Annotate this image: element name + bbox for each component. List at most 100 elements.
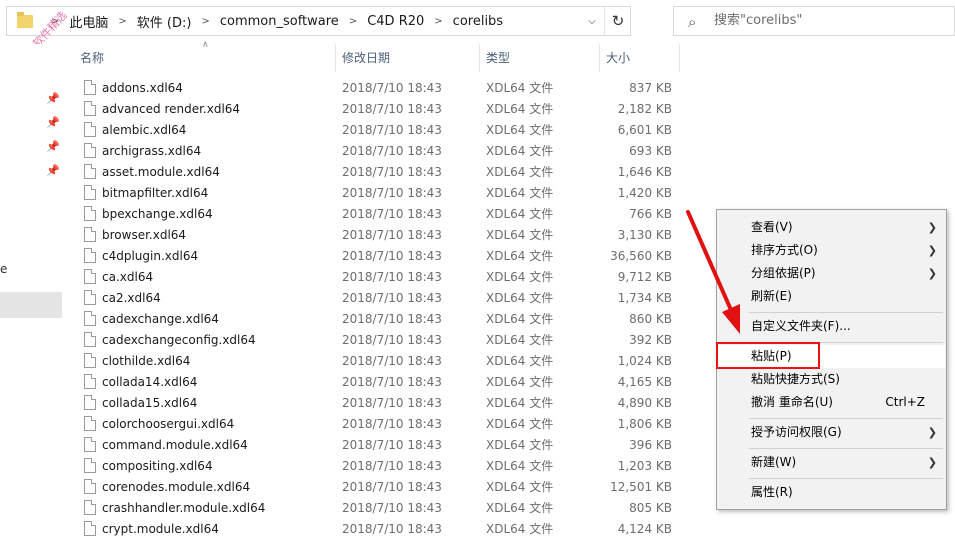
- file-row[interactable]: ca.xdl64 2018/7/10 18:43 XDL64 文件 9,712 KB: [62, 267, 682, 288]
- file-type: XDL64 文件: [486, 81, 554, 95]
- breadcrumb-common-software[interactable]: common_software: [220, 14, 339, 29]
- file-row[interactable]: c4dplugin.xdl64 2018/7/10 18:43 XDL64 文件 36…: [62, 246, 682, 267]
- menu-item-properties[interactable]: 属性(R): [718, 481, 945, 504]
- address-history-dropdown-icon[interactable]: ⌵: [581, 7, 603, 35]
- file-type: XDL64 文件: [486, 186, 554, 200]
- pin-icon[interactable]: 📌: [46, 140, 60, 153]
- file-size: 1,203 KB: [617, 459, 672, 473]
- file-icon: [84, 80, 96, 95]
- pin-icon[interactable]: 📌: [46, 92, 60, 105]
- file-row[interactable]: advanced render.xdl64 2018/7/10 18:43 XDL6…: [62, 99, 682, 120]
- shortcut-label: Ctrl+Z: [885, 395, 925, 409]
- file-size: 4,890 KB: [617, 396, 672, 410]
- submenu-arrow-icon: ❯: [927, 456, 937, 469]
- breadcrumb-this-pc[interactable]: 此电脑: [69, 12, 108, 31]
- file-row[interactable]: crashhandler.module.xdl64 2018/7/10 18:43…: [62, 498, 682, 519]
- file-date: 2018/7/10 18:43: [342, 165, 442, 179]
- file-row[interactable]: colorchoosergui.xdl64 2018/7/10 18:43 XDL6…: [62, 414, 682, 435]
- file-size: 805 KB: [629, 501, 672, 515]
- file-row[interactable]: collada14.xdl64 2018/7/10 18:43 XDL64 文件 4,…: [62, 372, 682, 393]
- file-type: XDL64 文件: [486, 501, 554, 515]
- menu-item-group-by[interactable]: 分组依据(P) ❯: [718, 262, 945, 285]
- file-name: cadexchangeconfig.xdl64: [102, 333, 256, 347]
- file-icon: [84, 269, 96, 284]
- file-row[interactable]: cadexchangeconfig.xdl64 2018/7/10 18:43 XD…: [62, 330, 682, 351]
- column-header-name[interactable]: 名称: [74, 44, 336, 72]
- file-row[interactable]: crypt.module.xdl64 2018/7/10 18:43 XDL64 文…: [62, 519, 682, 540]
- pin-icon[interactable]: 📌: [46, 164, 60, 177]
- file-size: 12,501 KB: [610, 480, 672, 494]
- breadcrumb-drive-d[interactable]: 软件 (D:): [137, 12, 192, 31]
- file-date: 2018/7/10 18:43: [342, 81, 442, 95]
- column-header-type[interactable]: 类型: [480, 44, 600, 72]
- file-date: 2018/7/10 18:43: [342, 438, 442, 452]
- file-row[interactable]: archigrass.xdl64 2018/7/10 18:43 XDL64 文件 6…: [62, 141, 682, 162]
- file-icon: [84, 164, 96, 179]
- pin-icon[interactable]: 📌: [46, 116, 60, 129]
- file-row[interactable]: bpexchange.xdl64 2018/7/10 18:43 XDL64 文件 7…: [62, 204, 682, 225]
- file-date: 2018/7/10 18:43: [342, 396, 442, 410]
- file-row[interactable]: bitmapfilter.xdl64 2018/7/10 18:43 XDL64 文…: [62, 183, 682, 204]
- file-icon: [84, 101, 96, 116]
- nav-item-partial-label[interactable]: e: [0, 262, 7, 276]
- file-row[interactable]: ca2.xdl64 2018/7/10 18:43 XDL64 文件 1,734 KB: [62, 288, 682, 309]
- menu-item-give-access[interactable]: 授予访问权限(G) ❯: [718, 421, 945, 444]
- file-icon: [84, 521, 96, 536]
- menu-item-view[interactable]: 查看(V) ❯: [718, 216, 945, 239]
- breadcrumb: > 此电脑 > 软件 (D:) > common_software > C4D …: [41, 7, 503, 35]
- file-type: XDL64 文件: [486, 522, 554, 536]
- file-size: 1,734 KB: [617, 291, 672, 305]
- submenu-arrow-icon: ❯: [927, 221, 937, 234]
- address-bar[interactable]: > 此电脑 > 软件 (D:) > common_software > C4D …: [6, 6, 631, 36]
- file-row[interactable]: clothilde.xdl64 2018/7/10 18:43 XDL64 文件 1,…: [62, 351, 682, 372]
- file-date: 2018/7/10 18:43: [342, 144, 442, 158]
- column-header-date[interactable]: 修改日期: [336, 44, 480, 72]
- file-row[interactable]: asset.module.xdl64 2018/7/10 18:43 XDL64 文…: [62, 162, 682, 183]
- file-size: 1,806 KB: [617, 417, 672, 431]
- breadcrumb-c4d-r20[interactable]: C4D R20: [367, 14, 424, 29]
- file-type: XDL64 文件: [486, 207, 554, 221]
- file-row[interactable]: command.module.xdl64 2018/7/10 18:43 XDL64…: [62, 435, 682, 456]
- file-size: 396 KB: [629, 438, 672, 452]
- file-row[interactable]: collada15.xdl64 2018/7/10 18:43 XDL64 文件 4,…: [62, 393, 682, 414]
- file-size: 693 KB: [629, 144, 672, 158]
- search-box[interactable]: ⌕ 搜索"corelibs": [673, 6, 955, 36]
- column-header-size[interactable]: 大小: [600, 44, 680, 72]
- chevron-right-icon[interactable]: >: [118, 16, 126, 27]
- file-type: XDL64 文件: [486, 270, 554, 284]
- search-placeholder: 搜索"corelibs": [714, 13, 803, 28]
- menu-item-customize-folder[interactable]: 自定义文件夹(F)...: [718, 315, 945, 338]
- breadcrumb-corelibs[interactable]: corelibs: [453, 14, 503, 29]
- file-date: 2018/7/10 18:43: [342, 270, 442, 284]
- file-name: advanced render.xdl64: [102, 102, 241, 116]
- menu-item-refresh[interactable]: 刷新(E): [718, 285, 945, 308]
- folder-icon: [17, 12, 33, 28]
- file-date: 2018/7/10 18:43: [342, 291, 442, 305]
- file-icon: [84, 206, 96, 221]
- file-row[interactable]: browser.xdl64 2018/7/10 18:43 XDL64 文件 3,13…: [62, 225, 682, 246]
- file-row[interactable]: alembic.xdl64 2018/7/10 18:43 XDL64 文件 6,60…: [62, 120, 682, 141]
- file-name: archigrass.xdl64: [102, 144, 202, 158]
- menu-item-new[interactable]: 新建(W) ❯: [718, 451, 945, 474]
- file-row[interactable]: addons.xdl64 2018/7/10 18:43 XDL64 文件 837 K…: [62, 78, 682, 99]
- file-size: 766 KB: [629, 207, 672, 221]
- file-size: 9,712 KB: [617, 270, 672, 284]
- chevron-right-icon[interactable]: >: [201, 16, 209, 27]
- refresh-icon[interactable]: ↻: [605, 7, 631, 35]
- menu-item-undo-rename[interactable]: 撤消 重命名(U) Ctrl+Z: [718, 391, 945, 414]
- menu-item-paste-shortcut[interactable]: 粘贴快捷方式(S): [718, 368, 945, 391]
- file-row[interactable]: compositing.xdl64 2018/7/10 18:43 XDL64 文件…: [62, 456, 682, 477]
- file-name: corenodes.module.xdl64: [102, 480, 251, 494]
- file-size: 4,124 KB: [617, 522, 672, 536]
- chevron-right-icon[interactable]: >: [349, 16, 357, 27]
- file-name: ca.xdl64: [102, 270, 154, 284]
- file-row[interactable]: corenodes.module.xdl64 2018/7/10 18:43 XDL…: [62, 477, 682, 498]
- file-icon: [84, 311, 96, 326]
- submenu-arrow-icon: ❯: [927, 426, 937, 439]
- nav-item-selected[interactable]: [0, 292, 62, 318]
- file-row[interactable]: cadexchange.xdl64 2018/7/10 18:43 XDL64 文件…: [62, 309, 682, 330]
- chevron-right-icon[interactable]: >: [434, 16, 442, 27]
- menu-item-sort[interactable]: 排序方式(O) ❯: [718, 239, 945, 262]
- file-name: bitmapfilter.xdl64: [102, 186, 209, 200]
- file-size: 1,024 KB: [617, 354, 672, 368]
